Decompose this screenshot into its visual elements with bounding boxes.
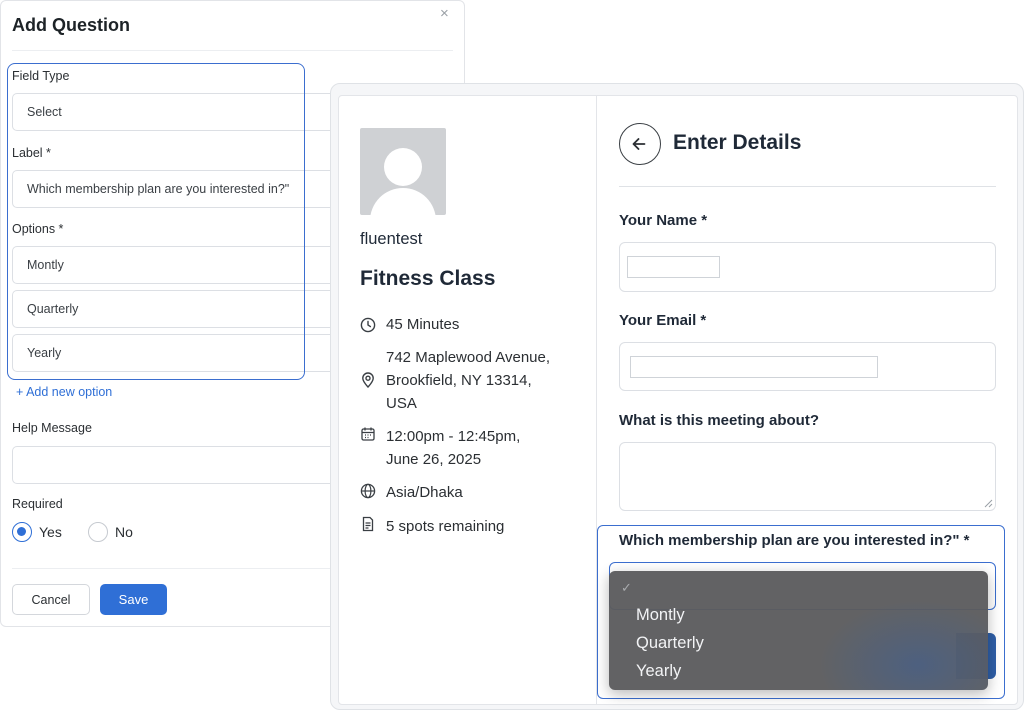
save-button[interactable]: Save	[100, 584, 167, 615]
spots-remaining-text: 5 spots remaining	[386, 518, 505, 535]
name-label: Your Name *	[619, 212, 708, 229]
back-button[interactable]	[619, 123, 661, 165]
host-name: fluentest	[360, 230, 423, 248]
resize-handle-icon[interactable]	[984, 499, 993, 508]
location-line-3: USA	[386, 395, 417, 412]
add-option-link[interactable]: + Add new option	[16, 385, 112, 399]
email-input[interactable]	[630, 356, 878, 378]
location-line-1: 742 Maplewood Avenue,	[386, 349, 551, 366]
close-icon[interactable]: ×	[440, 5, 449, 22]
help-message-label: Help Message	[12, 421, 92, 435]
enter-details-title: Enter Details	[673, 131, 802, 154]
membership-label: Which membership plan are you interested…	[619, 532, 970, 549]
dropdown-option-montly[interactable]: Montly	[636, 606, 685, 625]
required-no-label[interactable]: No	[115, 524, 133, 540]
membership-dropdown: ✓ Montly Quarterly Yearly	[609, 571, 988, 690]
meeting-textarea[interactable]	[619, 442, 996, 511]
dropdown-option-yearly[interactable]: Yearly	[636, 662, 681, 681]
checkmark-icon: ✓	[621, 580, 632, 595]
required-no-radio[interactable]	[88, 522, 108, 542]
globe-icon	[360, 483, 376, 499]
calendar-icon	[361, 427, 375, 441]
timezone-text: Asia/Dhaka	[386, 484, 463, 501]
datetime-line-1: 12:00pm - 12:45pm,	[386, 428, 521, 445]
arrow-left-icon	[632, 138, 646, 150]
meeting-label: What is this meeting about?	[619, 412, 820, 429]
event-title: Fitness Class	[360, 267, 496, 290]
header-divider	[12, 50, 453, 51]
required-label: Required	[12, 497, 63, 511]
required-yes-label[interactable]: Yes	[39, 524, 62, 540]
duration-text: 45 Minutes	[386, 316, 460, 333]
help-message-input[interactable]	[12, 446, 342, 484]
required-yes-radio[interactable]	[12, 522, 32, 542]
cancel-button[interactable]: Cancel	[12, 584, 90, 615]
dropdown-option-quarterly[interactable]: Quarterly	[636, 634, 704, 653]
datetime-line-2: June 26, 2025	[386, 451, 482, 468]
clock-icon	[360, 317, 376, 333]
location-pin-icon	[362, 372, 374, 388]
document-icon	[362, 516, 374, 532]
location-line-2: Brookfield, NY 13314,	[386, 372, 532, 389]
field-group-highlight	[7, 63, 305, 380]
add-question-title: Add Question	[12, 15, 130, 35]
dropdown-glow	[818, 600, 988, 690]
email-label: Your Email *	[619, 312, 707, 329]
details-divider	[619, 186, 996, 187]
name-input[interactable]	[627, 256, 720, 278]
avatar	[360, 128, 446, 215]
